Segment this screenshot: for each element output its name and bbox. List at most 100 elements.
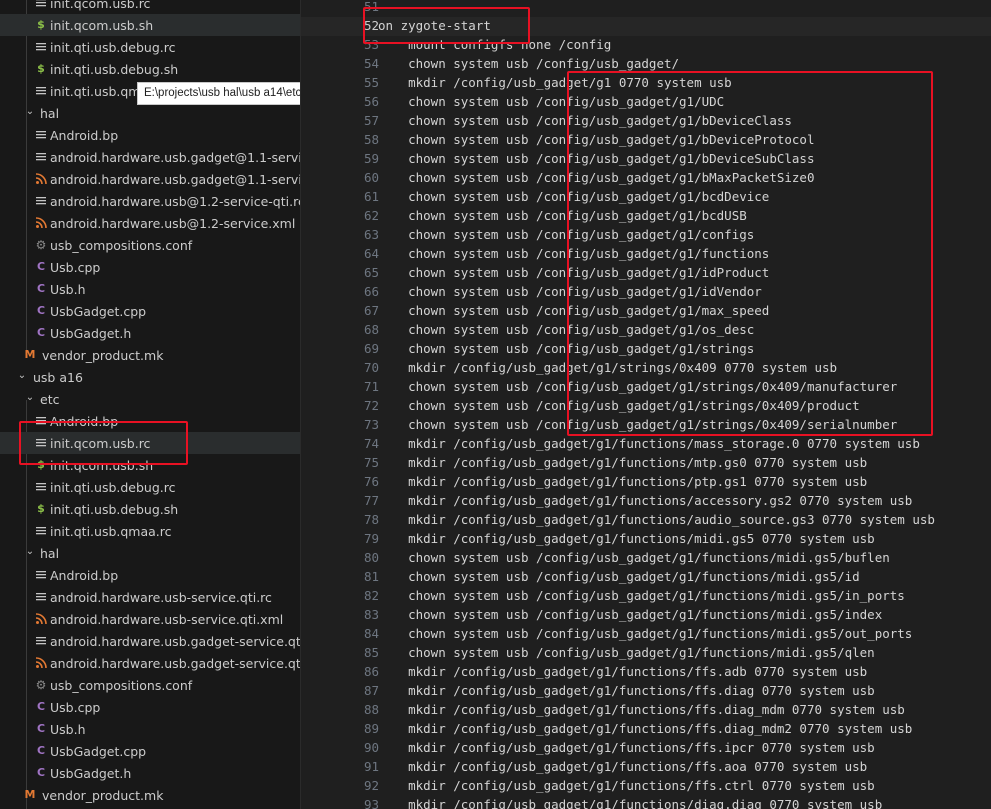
file-item[interactable]: android.hardware.usb.gadget@1.1-service.…	[0, 168, 300, 190]
header-c-icon: C	[36, 282, 46, 295]
file-item[interactable]: ⚙ usb_compositions.conf	[0, 674, 300, 696]
file-item[interactable]: ⚙ usb_compositions.conf	[0, 234, 300, 256]
rss-xml-icon	[35, 173, 47, 185]
file-item[interactable]: init.qcom.usb.rc	[0, 432, 300, 454]
file-label: usb_compositions.conf	[50, 678, 193, 693]
folder-item[interactable]: ⌄ usb a16	[0, 366, 300, 388]
code-line[interactable]: 74 mkdir /config/usb_gadget/g1/functions…	[301, 435, 991, 454]
code-line[interactable]: 54 chown system usb /config/usb_gadget/	[301, 55, 991, 74]
file-item[interactable]: C UsbGadget.h	[0, 762, 300, 784]
file-label: Usb.h	[50, 282, 86, 297]
file-item[interactable]: Android.bp	[0, 564, 300, 586]
code-line[interactable]: 63 chown system usb /config/usb_gadget/g…	[301, 226, 991, 245]
file-item[interactable]: $ init.qcom.usb.sh	[0, 14, 300, 36]
file-item[interactable]: android.hardware.usb@1.2-service-qti.rc	[0, 190, 300, 212]
code-line[interactable]: 92 mkdir /config/usb_gadget/g1/functions…	[301, 777, 991, 796]
code-line[interactable]: 76 mkdir /config/usb_gadget/g1/functions…	[301, 473, 991, 492]
dollar-shell-icon: $	[37, 62, 45, 75]
chevron-down-icon: ⌄	[25, 392, 35, 403]
code-editor[interactable]: 51 52 on zygote-start 53 mount configfs non…	[301, 0, 991, 809]
file-item[interactable]: $ init.qcom.usb.sh	[0, 454, 300, 476]
code-line[interactable]: 72 chown system usb /config/usb_gadget/g…	[301, 397, 991, 416]
file-item[interactable]: $ init.qti.usb.debug.sh	[0, 498, 300, 520]
list-file-icon	[35, 525, 47, 537]
file-item[interactable]: C UsbGadget.cpp	[0, 300, 300, 322]
file-item[interactable]: android.hardware.usb.gadget@1.1-service.…	[0, 146, 300, 168]
code-line[interactable]: 64 chown system usb /config/usb_gadget/g…	[301, 245, 991, 264]
cpp-c-icon: C	[36, 744, 46, 757]
code-line[interactable]: 62 chown system usb /config/usb_gadget/g…	[301, 207, 991, 226]
code-line[interactable]: 69 chown system usb /config/usb_gadget/g…	[301, 340, 991, 359]
code-line[interactable]: 93 mkdir /config/usb_gadget/g1/functions…	[301, 796, 991, 809]
code-line[interactable]: 71 chown system usb /config/usb_gadget/g…	[301, 378, 991, 397]
file-item[interactable]: C Usb.cpp	[0, 696, 300, 718]
code-line[interactable]: 70 mkdir /config/usb_gadget/g1/strings/0…	[301, 359, 991, 378]
file-item[interactable]: Android.bp	[0, 124, 300, 146]
file-label: init.qcom.usb.rc	[50, 0, 151, 11]
file-item[interactable]: init.qti.usb.debug.rc	[0, 36, 300, 58]
line-number: 86	[363, 664, 379, 679]
code-line[interactable]: 91 mkdir /config/usb_gadget/g1/functions…	[301, 758, 991, 777]
file-item[interactable]: android.hardware.usb.gadget-service.qti.…	[0, 652, 300, 674]
code-line[interactable]: 61 chown system usb /config/usb_gadget/g…	[301, 188, 991, 207]
list-file-icon	[35, 129, 47, 141]
code-line[interactable]: 82 chown system usb /config/usb_gadget/g…	[301, 587, 991, 606]
code-line[interactable]: 78 mkdir /config/usb_gadget/g1/functions…	[301, 511, 991, 530]
code-text: chown system usb /config/usb_gadget/g1/f…	[378, 607, 883, 622]
folder-item[interactable]: ⌄ etc	[0, 388, 300, 410]
list-file-icon	[35, 85, 47, 97]
code-line[interactable]: 89 mkdir /config/usb_gadget/g1/functions…	[301, 720, 991, 739]
code-line[interactable]: 80 chown system usb /config/usb_gadget/g…	[301, 549, 991, 568]
list-file-icon	[35, 41, 47, 53]
code-line[interactable]: 60 chown system usb /config/usb_gadget/g…	[301, 169, 991, 188]
code-text: mkdir /config/usb_gadget/g1/functions/ff…	[378, 664, 868, 679]
file-item[interactable]: C Usb.h	[0, 278, 300, 300]
file-item[interactable]: C Usb.cpp	[0, 256, 300, 278]
code-line[interactable]: 57 chown system usb /config/usb_gadget/g…	[301, 112, 991, 131]
code-line[interactable]: 66 chown system usb /config/usb_gadget/g…	[301, 283, 991, 302]
folder-item[interactable]: ⌄ hal	[0, 102, 300, 124]
code-line[interactable]: 88 mkdir /config/usb_gadget/g1/functions…	[301, 701, 991, 720]
file-item[interactable]: android.hardware.usb-service.qti.rc	[0, 586, 300, 608]
code-line[interactable]: 84 chown system usb /config/usb_gadget/g…	[301, 625, 991, 644]
code-line[interactable]: 73 chown system usb /config/usb_gadget/g…	[301, 416, 991, 435]
file-item[interactable]: C Usb.h	[0, 718, 300, 740]
code-line[interactable]: 51	[301, 0, 991, 17]
file-item[interactable]: Mvendor_product.mk	[0, 344, 300, 366]
file-item[interactable]: android.hardware.usb.gadget-service.qti.…	[0, 630, 300, 652]
code-line[interactable]: 79 mkdir /config/usb_gadget/g1/functions…	[301, 530, 991, 549]
folder-item[interactable]: ⌄ hal	[0, 542, 300, 564]
file-item[interactable]: init.qti.usb.debug.rc	[0, 476, 300, 498]
file-item[interactable]: init.qcom.usb.rc	[0, 0, 300, 14]
code-line[interactable]: 85 chown system usb /config/usb_gadget/g…	[301, 644, 991, 663]
code-line[interactable]: 83 chown system usb /config/usb_gadget/g…	[301, 606, 991, 625]
file-item[interactable]: Mvendor_product.mk	[0, 784, 300, 806]
code-text: mkdir /config/usb_gadget/g1/functions/au…	[378, 512, 935, 527]
file-item[interactable]: C UsbGadget.h	[0, 322, 300, 344]
file-item[interactable]: android.hardware.usb-service.qti.xml	[0, 608, 300, 630]
makefile-m-icon: M	[24, 348, 36, 361]
code-line[interactable]: 56 chown system usb /config/usb_gadget/g…	[301, 93, 991, 112]
code-line[interactable]: 65 chown system usb /config/usb_gadget/g…	[301, 264, 991, 283]
code-line[interactable]: 86 mkdir /config/usb_gadget/g1/functions…	[301, 663, 991, 682]
code-line[interactable]: 87 mkdir /config/usb_gadget/g1/functions…	[301, 682, 991, 701]
line-number: 57	[363, 113, 379, 128]
code-line[interactable]: 90 mkdir /config/usb_gadget/g1/functions…	[301, 739, 991, 758]
line-number: 56	[363, 94, 379, 109]
code-line[interactable]: 67 chown system usb /config/usb_gadget/g…	[301, 302, 991, 321]
code-line[interactable]: 52 on zygote-start	[301, 17, 991, 36]
code-line[interactable]: 53 mount configfs none /config	[301, 36, 991, 55]
file-item[interactable]: $ init.qti.usb.debug.sh	[0, 58, 300, 80]
line-number: 63	[363, 227, 379, 242]
code-line[interactable]: 68 chown system usb /config/usb_gadget/g…	[301, 321, 991, 340]
code-line[interactable]: 55 mkdir /config/usb_gadget/g1 0770 syst…	[301, 74, 991, 93]
code-line[interactable]: 58 chown system usb /config/usb_gadget/g…	[301, 131, 991, 150]
file-item[interactable]: C UsbGadget.cpp	[0, 740, 300, 762]
file-item[interactable]: android.hardware.usb@1.2-service.xml	[0, 212, 300, 234]
code-line[interactable]: 59 chown system usb /config/usb_gadget/g…	[301, 150, 991, 169]
code-line[interactable]: 81 chown system usb /config/usb_gadget/g…	[301, 568, 991, 587]
file-item[interactable]: init.qti.usb.qmaa.rc	[0, 520, 300, 542]
code-line[interactable]: 75 mkdir /config/usb_gadget/g1/functions…	[301, 454, 991, 473]
file-item[interactable]: Android.bp	[0, 410, 300, 432]
code-line[interactable]: 77 mkdir /config/usb_gadget/g1/functions…	[301, 492, 991, 511]
